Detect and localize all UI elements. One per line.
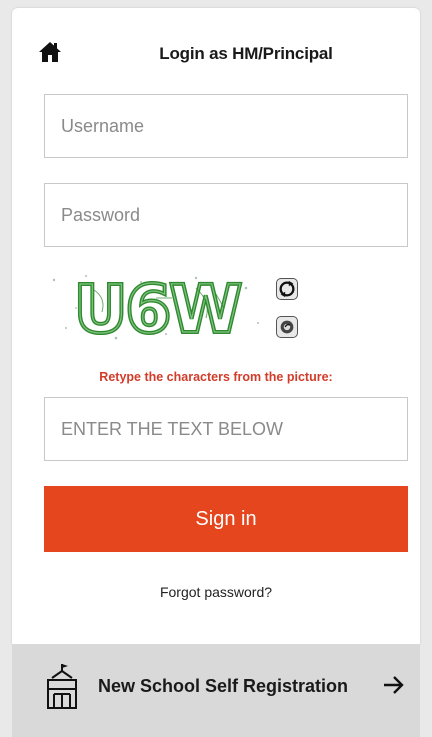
username-field[interactable] bbox=[44, 94, 408, 158]
login-header: Login as HM/Principal bbox=[12, 8, 420, 78]
login-card: Login as HM/Principal U6W U6W bbox=[12, 8, 420, 644]
username-input[interactable] bbox=[45, 95, 407, 157]
captcha-hint: Retype the characters from the picture: bbox=[99, 370, 333, 384]
audio-icon bbox=[280, 320, 294, 334]
captcha-refresh-button[interactable] bbox=[276, 278, 298, 300]
page-title: Login as HM/Principal bbox=[159, 44, 333, 63]
screen: Login as HM/Principal U6W U6W bbox=[0, 0, 432, 737]
captcha-audio-button[interactable] bbox=[276, 316, 298, 338]
new-school-registration-label: New School Self Registration bbox=[98, 676, 349, 696]
captcha-input[interactable] bbox=[45, 398, 407, 460]
arrow-right-icon bbox=[384, 676, 404, 694]
captcha-field[interactable] bbox=[44, 397, 408, 461]
refresh-icon bbox=[279, 280, 295, 298]
new-school-registration-bar[interactable]: New School Self Registration bbox=[12, 644, 420, 737]
school-building-icon bbox=[47, 664, 77, 709]
password-field[interactable] bbox=[44, 183, 408, 247]
home-icon[interactable] bbox=[38, 40, 62, 64]
captcha-image: U6W U6W bbox=[46, 268, 268, 346]
forgot-password-link[interactable]: Forgot password? bbox=[12, 584, 420, 600]
password-input[interactable] bbox=[45, 184, 407, 246]
sign-in-button[interactable]: Sign in bbox=[44, 486, 408, 552]
svg-text:U6W: U6W bbox=[74, 271, 241, 346]
